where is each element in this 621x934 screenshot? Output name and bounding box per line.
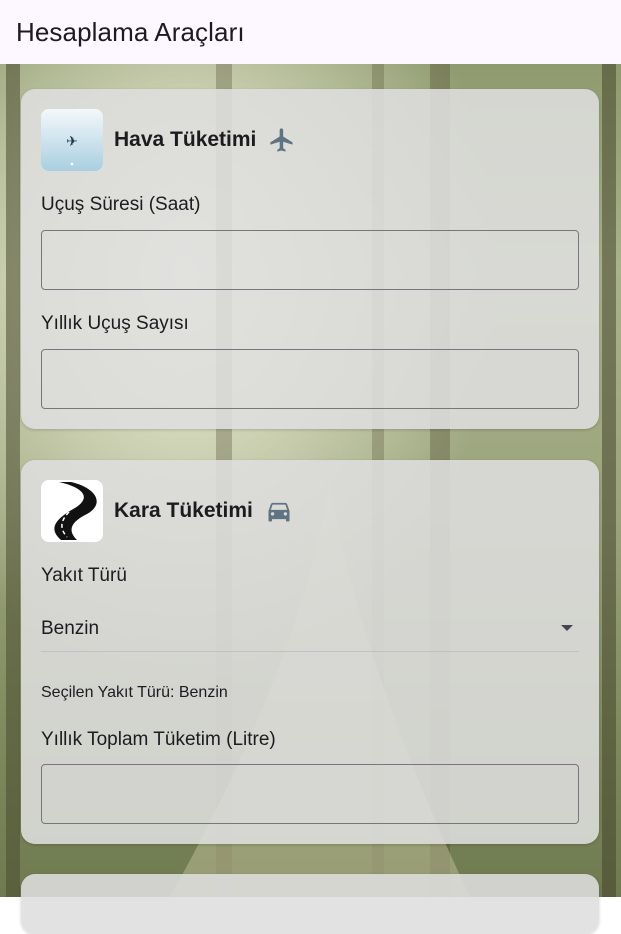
fuel-type-dropdown[interactable]: Benzin [41,610,579,652]
air-card-title: Hava Tüketimi [114,128,257,151]
annual-flights-input[interactable] [41,349,579,409]
dropdown-arrow-icon [561,625,573,631]
next-card [21,874,599,934]
air-card-header: ✈ Hava Tüketimi [41,109,296,171]
selected-fuel-note: Seçilen Yakıt Türü: Benzin [41,684,228,701]
svg-text:✈: ✈ [66,134,78,150]
app-bar: Hesaplama Araçları [0,0,621,64]
land-card-title: Kara Tüketimi [114,499,253,522]
page-title: Hesaplama Araçları [16,16,245,47]
land-card-header: Kara Tüketimi [41,480,293,542]
air-thumbnail-image: ✈ [41,109,103,171]
annual-consumption-input[interactable] [41,764,579,824]
fuel-type-label: Yakıt Türü [41,565,127,586]
flight-duration-label: Uçuş Süresi (Saat) [41,194,201,215]
air-consumption-card: ✈ Hava Tüketimi Uçuş Süresi (Saat) Yıllı… [21,89,599,429]
flight-duration-input[interactable] [41,230,579,290]
land-consumption-card: Kara Tüketimi Yakıt Türü Benzin Seçilen … [21,460,599,844]
airplane-icon [268,126,296,154]
fuel-type-selected: Benzin [41,618,100,639]
annual-flights-label: Yıllık Uçuş Sayısı [41,313,189,334]
annual-consumption-label: Yıllık Toplam Tüketim (Litre) [41,729,276,750]
car-icon [265,497,293,525]
road-thumbnail-image [41,480,103,542]
